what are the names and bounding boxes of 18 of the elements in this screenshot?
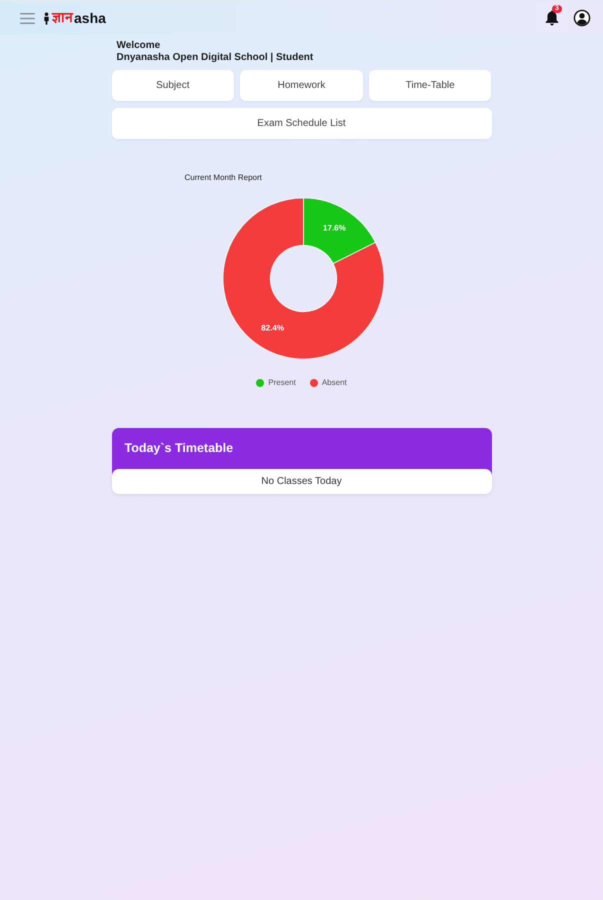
user-avatar-icon[interactable] xyxy=(573,9,591,27)
exam-schedule-button[interactable]: Exam Schedule List xyxy=(112,108,492,139)
slice-value-label: 82.4% xyxy=(260,324,284,333)
person-icon xyxy=(43,12,50,24)
slice-value-label: 17.6% xyxy=(322,224,346,233)
nav-button[interactable]: Homework xyxy=(240,70,363,101)
school-role-text: Dnyanasha Open Digital School | Student xyxy=(116,52,314,64)
legend-label: Present xyxy=(268,378,296,387)
chart-title: Current Month Report xyxy=(184,173,262,182)
nav-button[interactable]: Time-Table xyxy=(368,70,492,101)
legend-label: Absent xyxy=(322,378,347,387)
logo-text: asha xyxy=(74,11,106,25)
nav-button[interactable]: Subject xyxy=(112,70,234,101)
logo-text: ज्ञान xyxy=(52,11,73,25)
menu-icon[interactable] xyxy=(20,12,35,24)
empty-state-text: No Classes Today xyxy=(261,476,342,487)
welcome-text: Welcome xyxy=(116,40,160,52)
bell-icon[interactable] xyxy=(545,10,559,26)
